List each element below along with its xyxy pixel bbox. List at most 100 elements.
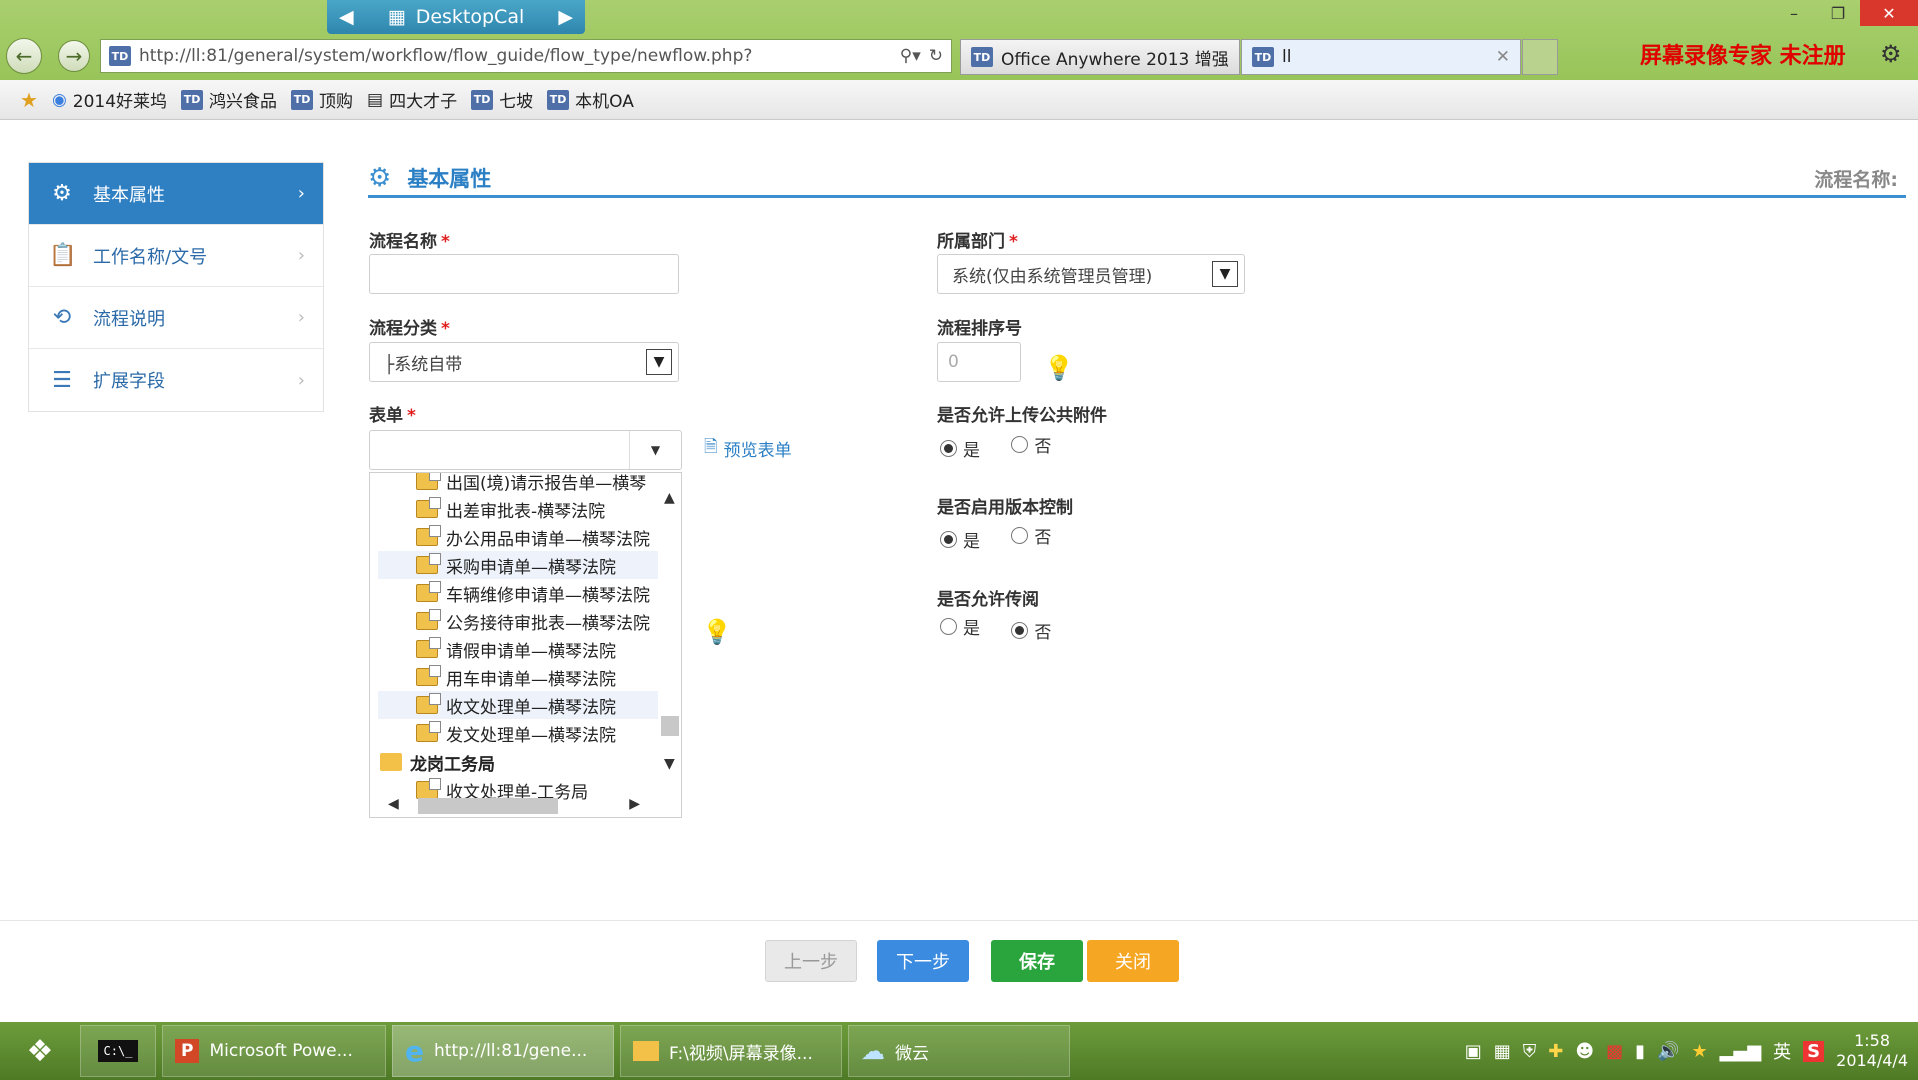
tree-item[interactable]: 办公用品申请单—横琴法院 — [416, 523, 650, 551]
sidebar-item-work-name[interactable]: 📋 工作名称/文号 › — [29, 225, 323, 287]
close-button[interactable]: 关闭 — [1087, 940, 1179, 982]
tree-item[interactable]: 发文处理单—横琴法院 — [416, 719, 616, 747]
tree-item[interactable]: 出差审批表-横琴法院 — [416, 495, 605, 523]
close-window-button[interactable]: ✕ — [1860, 0, 1918, 26]
scroll-down-icon[interactable]: ▼ — [664, 756, 675, 772]
tray-app-icon[interactable]: ▣ — [1465, 1041, 1482, 1062]
tree-horizontal-scrollbar[interactable]: ◀ ▶ — [388, 796, 650, 816]
sidebar-item-basic[interactable]: ⚙ 基本属性 › — [29, 163, 323, 225]
clock[interactable]: 1:58 2014/4/4 — [1836, 1031, 1908, 1071]
url-text[interactable]: http://ll:81/general/system/workflow/flo… — [139, 46, 892, 66]
favorite-link[interactable]: ◉ 2014好莱坞 — [52, 87, 167, 113]
powerpoint-icon: P — [175, 1039, 200, 1063]
tree-item[interactable]: 出国(境)请示报告单—横琴 — [416, 473, 646, 495]
allow-pass-no[interactable]: 否 — [1011, 618, 1051, 643]
ime-indicator[interactable]: 英 — [1773, 1038, 1791, 1064]
favorite-link[interactable]: ▤ 四大才子 — [367, 87, 457, 113]
arrow-right-icon[interactable]: ▶ — [558, 6, 573, 28]
form-tree-dropdown[interactable]: 出国(境)请示报告单—横琴 出差审批表-横琴法院 办公用品申请单—横琴法院 采购… — [369, 472, 682, 818]
volume-icon[interactable]: 🔊 — [1657, 1041, 1679, 1062]
battery-icon[interactable]: ▮ — [1635, 1041, 1645, 1062]
allow-pass-yes[interactable]: 是 — [940, 614, 980, 639]
tree-item[interactable]: 用车申请单—横琴法院 — [416, 663, 616, 691]
refresh-icon[interactable]: ↻ — [929, 46, 943, 66]
tab-close-icon[interactable]: ✕ — [1496, 47, 1510, 67]
tab-label: Office Anywhere 2013 增强... — [1001, 49, 1229, 70]
sort-no-input[interactable]: 0 — [937, 342, 1021, 382]
allow-attach-no[interactable]: 否 — [1011, 432, 1051, 457]
tray-flag-icon[interactable]: ▩ — [1606, 1041, 1623, 1062]
tree-item[interactable]: 收文处理单—横琴法院 — [378, 691, 658, 719]
search-icon[interactable]: ⚲▾ — [900, 46, 921, 66]
form-doc-icon — [416, 553, 441, 574]
tree-vertical-scrollbar[interactable]: ▲ ▼ — [660, 490, 680, 780]
scroll-thumb[interactable] — [661, 716, 679, 736]
form-doc-icon — [416, 637, 441, 658]
sogou-icon[interactable]: S — [1803, 1040, 1825, 1062]
hint-bulb-icon[interactable]: 💡 — [702, 618, 732, 646]
tab-office-anywhere[interactable]: TD Office Anywhere 2013 增强... — [960, 39, 1240, 75]
sidebar: ⚙ 基本属性 › 📋 工作名称/文号 › ⟲ 流程说明 › ☰ 扩展字段 › — [28, 162, 324, 412]
star-icon[interactable]: ★ — [1692, 1041, 1708, 1062]
preview-form-link[interactable]: 🗎 预览表单 — [704, 434, 792, 463]
flow-category-select[interactable]: ├系统自带 ▼ — [369, 342, 679, 382]
tab-active[interactable]: TD ll ✕ — [1241, 39, 1521, 75]
next-step-button[interactable]: 下一步 — [877, 940, 969, 982]
taskbar-ie[interactable]: e http://ll:81/gene... — [392, 1025, 614, 1077]
tab-site-icon: TD — [1252, 47, 1274, 67]
windows-logo-icon: ❖ — [26, 1033, 54, 1069]
taskbar-weiyun[interactable]: ☁ 微云 — [848, 1025, 1070, 1077]
taskbar-cmd[interactable]: C:\_ — [80, 1025, 156, 1077]
taskbar-explorer[interactable]: F:\视频\屏幕录像... — [620, 1025, 842, 1077]
minimize-button[interactable]: – — [1772, 0, 1816, 26]
folder-icon — [380, 753, 402, 771]
department-select[interactable]: 系统(仅由系统管理员管理) ▼ — [937, 254, 1245, 294]
version-control-yes[interactable]: 是 — [940, 527, 980, 552]
sidebar-item-ext-fields[interactable]: ☰ 扩展字段 › — [29, 349, 323, 411]
favorite-link[interactable]: TD 顶购 — [291, 87, 353, 112]
taskbar-powerpoint[interactable]: P Microsoft Powe... — [162, 1025, 386, 1077]
favorite-link[interactable]: TD 七坡 — [471, 87, 533, 112]
arrow-left-icon[interactable]: ◀ — [339, 6, 354, 28]
tree-item[interactable]: 公务接待审批表—横琴法院 — [416, 607, 650, 635]
tree-item[interactable]: 采购申请单—横琴法院 — [378, 551, 658, 579]
qq-icon[interactable]: ☻ — [1575, 1041, 1594, 1062]
tray-plus-icon[interactable]: ✚ — [1548, 1041, 1563, 1062]
version-control-no[interactable]: 否 — [1011, 523, 1051, 548]
sidebar-item-flow-desc[interactable]: ⟲ 流程说明 › — [29, 287, 323, 349]
chevron-right-icon: › — [297, 245, 305, 266]
dropdown-arrow-icon[interactable]: ▼ — [629, 431, 681, 469]
favorites-star-icon[interactable]: ★ — [20, 88, 38, 112]
back-button[interactable]: ← — [6, 38, 42, 74]
chevron-down-icon: ▼ — [1212, 261, 1238, 287]
flow-name-input[interactable] — [369, 254, 679, 294]
tray-grid-icon[interactable]: ▦ — [1494, 1041, 1511, 1062]
form-combo-input[interactable]: ▼ — [369, 430, 682, 470]
settings-gear-icon[interactable]: ⚙ — [1880, 40, 1902, 68]
restore-button[interactable]: ❐ — [1816, 0, 1860, 26]
tree-item[interactable]: 请假申请单—横琴法院 — [416, 635, 616, 663]
desktopcal-widget[interactable]: ◀ ▦ DesktopCal ▶ — [327, 0, 585, 34]
hint-bulb-icon[interactable]: 💡 — [1044, 354, 1074, 382]
site-icon: TD — [471, 89, 494, 110]
scroll-up-icon[interactable]: ▲ — [664, 490, 675, 506]
scroll-thumb[interactable] — [418, 798, 558, 814]
shield-icon[interactable]: ⛨ — [1523, 1041, 1537, 1062]
flow-name-label: 流程名称 * — [369, 232, 450, 252]
new-tab-button[interactable] — [1522, 39, 1558, 75]
footer-divider — [0, 920, 1918, 921]
prev-step-button[interactable]: 上一步 — [765, 940, 857, 982]
save-button[interactable]: 保存 — [991, 940, 1083, 982]
tree-folder[interactable]: 龙岗工务局 — [380, 748, 495, 776]
tree-item[interactable]: 车辆维修申请单—横琴法院 — [416, 579, 650, 607]
site-icon: TD — [109, 46, 131, 66]
favorite-link[interactable]: TD 鸿兴食品 — [181, 87, 277, 112]
scroll-left-icon[interactable]: ◀ — [388, 796, 399, 812]
address-bar[interactable]: TD http://ll:81/general/system/workflow/… — [100, 39, 952, 73]
start-button[interactable]: ❖ — [0, 1022, 80, 1080]
favorite-link[interactable]: TD 本机OA — [547, 87, 634, 112]
scroll-right-icon[interactable]: ▶ — [629, 796, 640, 812]
signal-icon[interactable]: ▂▄▆ — [1720, 1041, 1762, 1062]
allow-attach-yes[interactable]: 是 — [940, 436, 980, 461]
forward-button[interactable]: → — [58, 40, 90, 72]
